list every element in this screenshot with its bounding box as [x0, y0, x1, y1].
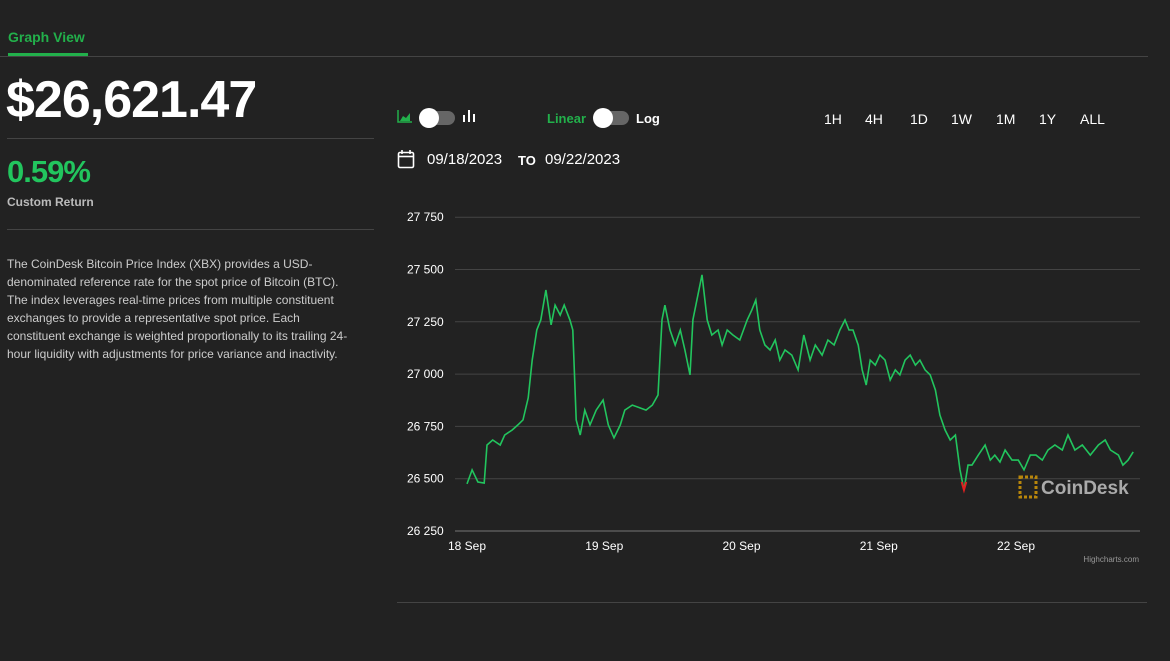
y-tick-label: 26 250: [407, 524, 444, 538]
range-1d[interactable]: 1D: [910, 111, 928, 127]
range-4h[interactable]: 4H: [865, 111, 883, 127]
x-tick-label: 22 Sep: [997, 539, 1035, 553]
price-chart[interactable]: 26 250 26 500 26 750 27 000 27 250 27 500 27 7…: [397, 200, 1147, 570]
chart-type-toggle[interactable]: [419, 108, 455, 128]
y-tick-label: 27 000: [407, 367, 444, 381]
date-from[interactable]: 09/18/2023: [427, 151, 502, 168]
x-tick-label: 21 Sep: [860, 539, 898, 553]
x-tick-label: 19 Sep: [585, 539, 623, 553]
bar-chart-icon[interactable]: [462, 109, 476, 123]
y-tick-label: 27 250: [407, 315, 444, 329]
return-label: Custom Return: [7, 195, 94, 209]
tab-graph-view[interactable]: Graph View: [8, 29, 85, 45]
date-to[interactable]: 09/22/2023: [545, 151, 620, 168]
divider: [0, 56, 1148, 57]
highcharts-credit[interactable]: Highcharts.com: [1083, 555, 1139, 564]
x-tick-label: 20 Sep: [722, 539, 760, 553]
calendar-icon[interactable]: [397, 149, 415, 169]
divider: [7, 138, 374, 139]
divider: [7, 229, 374, 230]
range-1m[interactable]: 1M: [996, 111, 1015, 127]
divider: [397, 602, 1147, 603]
range-1h[interactable]: 1H: [824, 111, 842, 127]
index-description: The CoinDesk Bitcoin Price Index (XBX) p…: [7, 257, 348, 361]
current-price: $26,621.47: [6, 71, 257, 129]
return-value: 0.59%: [7, 154, 91, 189]
y-tick-label: 27 750: [407, 210, 444, 224]
range-1y[interactable]: 1Y: [1039, 111, 1056, 127]
y-tick-label: 26 750: [407, 419, 444, 433]
y-tick-label: 27 500: [407, 263, 444, 277]
coindesk-watermark: CoinDesk: [1018, 475, 1129, 499]
range-1w[interactable]: 1W: [951, 111, 972, 127]
x-tick-label: 18 Sep: [448, 539, 486, 553]
price-line: [466, 274, 1134, 491]
date-to-label: TO: [518, 153, 536, 168]
log-label[interactable]: Log: [636, 111, 660, 126]
area-chart-icon[interactable]: [397, 109, 413, 123]
linear-label[interactable]: Linear: [547, 111, 586, 126]
watermark-text: CoinDesk: [1041, 478, 1129, 499]
y-tick-label: 26 500: [407, 472, 444, 486]
range-all[interactable]: ALL: [1080, 111, 1105, 127]
scale-toggle[interactable]: [593, 108, 629, 128]
